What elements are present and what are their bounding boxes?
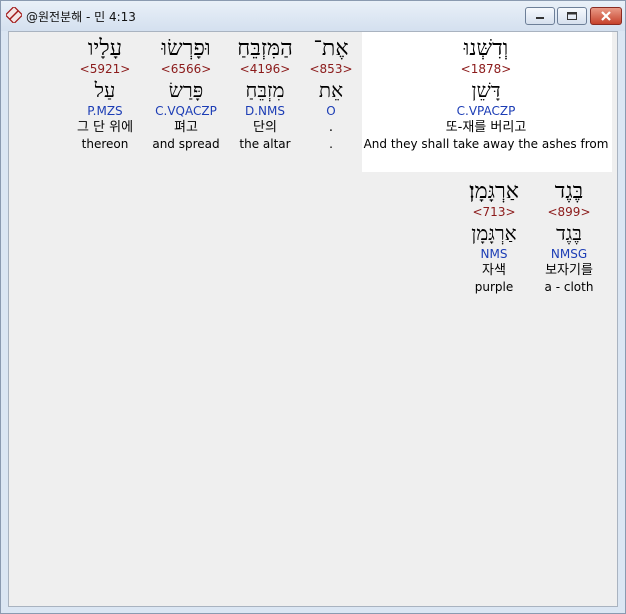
hebrew-lemma: עַל: [94, 78, 116, 102]
hebrew-lemma: מִזְבֵּחַ: [245, 78, 285, 102]
strong-number[interactable]: <853>: [309, 62, 352, 78]
english-gloss: a - cloth: [544, 280, 594, 294]
word-block[interactable]: הַמִּזְבֵּחַ <4196> מִזְבֵּחַ D.NMS 단의 t…: [237, 36, 292, 151]
english-gloss: and spread: [152, 137, 220, 151]
parsing-code: C.VPACZP: [456, 104, 516, 118]
close-icon: [601, 11, 611, 21]
hebrew-word: אַרְגָּמָן׃: [469, 179, 519, 204]
korean-gloss: 자색: [482, 263, 506, 278]
strong-number[interactable]: <899>: [545, 205, 594, 221]
korean-gloss: 펴고: [174, 120, 198, 135]
interlinear-panel[interactable]: וְדִשְּׁנוּ <1878> דָּשֵׁן C.VPACZP 또-재를…: [8, 31, 618, 607]
strong-number[interactable]: <1878>: [364, 62, 609, 78]
parsing-code: NMS: [480, 247, 508, 261]
strong-number[interactable]: <4196>: [237, 62, 292, 78]
hebrew-lemma: פָּרַשׂ: [168, 78, 204, 102]
minimize-icon: [536, 17, 544, 19]
parsing-code: O: [326, 104, 336, 118]
parsing-code: P.MZS: [87, 104, 123, 118]
hebrew-word: בֶּגֶד: [554, 179, 584, 204]
word-block[interactable]: בֶּגֶד <899> בֶּגֶד NMSG 보자기를 a - cloth: [545, 179, 594, 294]
hebrew-word: עָלָיו: [87, 36, 123, 61]
hebrew-word: וְדִשְּׁנוּ: [463, 36, 509, 61]
minimize-button[interactable]: [525, 7, 555, 25]
hebrew-word: וּפָרְשׂוּ: [161, 36, 211, 61]
window-title: @원전분해 - 민 4:13: [26, 10, 136, 24]
maximize-icon: [567, 12, 577, 20]
english-gloss: thereon: [81, 137, 129, 151]
parsing-code: D.NMS: [244, 104, 286, 118]
strong-number[interactable]: <5921>: [77, 62, 133, 78]
english-gloss: And they shall take away the ashes from: [363, 137, 609, 151]
word-block[interactable]: עָלָיו <5921> עַל P.MZS 그 단 위에 thereon: [77, 36, 133, 151]
parsing-code: NMSG: [550, 247, 588, 261]
hebrew-lemma: בֶּגֶד: [556, 221, 582, 245]
hebrew-word: אֶת־: [313, 36, 349, 61]
korean-gloss: 단의: [253, 120, 277, 135]
hebrew-lemma: אַרְגָּמָן: [471, 221, 517, 245]
app-logo-icon: [4, 5, 24, 25]
korean-gloss: 그 단 위에: [76, 120, 134, 135]
word-block[interactable]: אֶת־ <853> אֵת O . .: [309, 36, 352, 151]
title-bar[interactable]: @원전분해 - 민 4:13: [1, 1, 625, 31]
maximize-button[interactable]: [557, 7, 587, 25]
hebrew-word: הַמִּזְבֵּחַ: [237, 36, 293, 61]
word-block[interactable]: וְדִשְּׁנוּ <1878> דָּשֵׁן C.VPACZP 또-재를…: [364, 36, 609, 151]
strong-number[interactable]: <6566>: [152, 62, 219, 78]
parsing-code: C.VQACZP: [155, 104, 217, 118]
korean-gloss: 또-재를 버리고: [445, 120, 527, 135]
app-window: @원전분해 - 민 4:13 וְדִשְּׁנוּ <1878> דָּשֵׁ…: [0, 0, 626, 614]
english-gloss: purple: [474, 280, 514, 294]
word-block[interactable]: וּפָרְשׂוּ <6566> פָּרַשׂ C.VQACZP 펴고 an…: [152, 36, 219, 151]
korean-gloss: .: [328, 120, 334, 135]
strong-number[interactable]: <713>: [469, 205, 519, 221]
english-gloss: the altar: [239, 137, 291, 151]
hebrew-lemma: אֵת: [318, 78, 344, 102]
english-gloss: .: [329, 137, 333, 151]
close-button[interactable]: [590, 7, 622, 25]
hebrew-lemma: דָּשֵׁן: [471, 78, 501, 102]
korean-gloss: 보자기를: [545, 263, 593, 278]
word-block[interactable]: אַרְגָּמָן׃ <713> אַרְגָּמָן NMS 자색 purp…: [469, 179, 519, 294]
